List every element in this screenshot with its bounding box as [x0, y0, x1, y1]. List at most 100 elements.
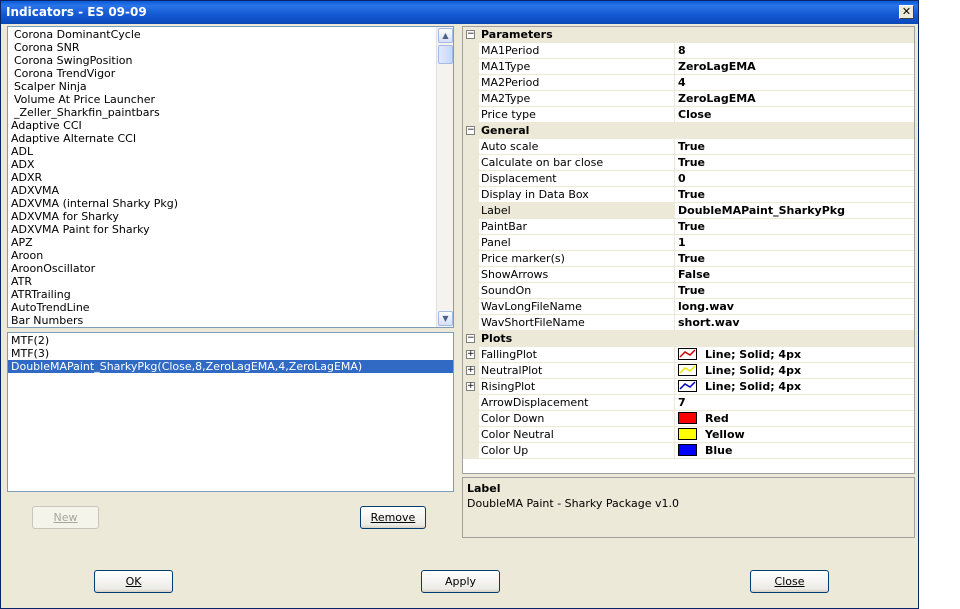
property-value[interactable]: long.wav — [675, 299, 914, 315]
property-value[interactable]: Line; Solid; 4px — [675, 379, 914, 395]
property-value[interactable]: ZeroLagEMA — [675, 59, 914, 75]
property-row[interactable]: Price type Close — [463, 107, 914, 123]
list-item[interactable]: ADXVMA Paint for Sharky — [8, 223, 453, 236]
property-row[interactable]: + FallingPlot Line; Solid; 4px — [463, 347, 914, 363]
applied-indicator-list[interactable]: MTF(2) MTF(3) DoubleMAPaint_SharkyPkg(Clos… — [7, 332, 454, 492]
list-item[interactable]: ADL — [8, 145, 453, 158]
property-row[interactable]: WavShortFileName short.wav — [463, 315, 914, 331]
property-value[interactable]: 0 — [675, 171, 914, 187]
row-gutter — [463, 203, 479, 219]
list-item[interactable]: Corona SwingPosition — [8, 54, 453, 67]
indicator-list[interactable]: Corona DominantCycle Corona SNR Corona Swi… — [7, 26, 454, 328]
property-value[interactable]: Yellow — [675, 427, 914, 443]
list-item[interactable]: ATRTrailing — [8, 288, 453, 301]
row-gutter — [463, 43, 479, 59]
property-row[interactable]: Display in Data Box True — [463, 187, 914, 203]
property-row[interactable]: Displacement 0 — [463, 171, 914, 187]
property-value[interactable]: True — [675, 187, 914, 203]
property-value[interactable]: True — [675, 251, 914, 267]
collapse-icon[interactable]: − — [466, 126, 475, 135]
property-value[interactable]: Line; Solid; 4px — [675, 347, 914, 363]
property-row[interactable]: MA2Type ZeroLagEMA — [463, 91, 914, 107]
property-row[interactable]: Label DoubleMAPaint_SharkyPkg — [463, 203, 914, 219]
property-row[interactable]: MA1Period 8 — [463, 43, 914, 59]
property-value[interactable]: Red — [675, 411, 914, 427]
collapse-icon[interactable]: − — [466, 30, 475, 39]
close-button[interactable]: Close — [750, 570, 829, 593]
property-row[interactable]: Calculate on bar close True — [463, 155, 914, 171]
property-value[interactable]: Close — [675, 107, 914, 123]
property-value[interactable]: True — [675, 155, 914, 171]
property-row[interactable]: MA2Period 4 — [463, 75, 914, 91]
list-item[interactable]: ATR — [8, 275, 453, 288]
property-value[interactable]: 7 — [675, 395, 914, 411]
apply-button[interactable]: Apply — [421, 570, 500, 593]
list-item[interactable]: Bar Numbers — [8, 314, 453, 327]
property-value[interactable]: True — [675, 139, 914, 155]
property-value[interactable]: DoubleMAPaint_SharkyPkg — [675, 203, 914, 219]
expand-icon[interactable]: + — [466, 350, 475, 359]
expand-icon[interactable]: + — [466, 382, 475, 391]
list-item[interactable]: Adaptive CCI — [8, 119, 453, 132]
list-item[interactable]: ADXVMA — [8, 184, 453, 197]
list-item[interactable]: _Zeller_Sharkfin_paintbars — [8, 106, 453, 119]
property-value[interactable]: Line; Solid; 4px — [675, 363, 914, 379]
close-icon[interactable]: ✕ — [899, 5, 914, 19]
property-row[interactable]: PaintBar True — [463, 219, 914, 235]
list-item[interactable]: Aroon — [8, 249, 453, 262]
property-row[interactable]: + NeutralPlot Line; Solid; 4px — [463, 363, 914, 379]
property-row[interactable]: Panel 1 — [463, 235, 914, 251]
property-row[interactable]: Auto scale True — [463, 139, 914, 155]
property-row[interactable]: Color Down Red — [463, 411, 914, 427]
property-value[interactable]: 1 — [675, 235, 914, 251]
list-item[interactable]: Corona DominantCycle — [8, 28, 453, 41]
property-value[interactable]: ZeroLagEMA — [675, 91, 914, 107]
property-row[interactable]: MA1Type ZeroLagEMA — [463, 59, 914, 75]
property-value[interactable]: 4 — [675, 75, 914, 91]
applied-list-item[interactable]: MTF(3) — [8, 347, 453, 360]
property-row[interactable]: WavLongFileName long.wav — [463, 299, 914, 315]
list-item[interactable]: Scalper Ninja — [8, 80, 453, 93]
new-button[interactable]: New — [32, 506, 99, 529]
property-value[interactable]: False — [675, 267, 914, 283]
remove-button[interactable]: Remove — [360, 506, 426, 529]
scroll-down-icon[interactable]: ▼ — [438, 311, 453, 326]
title-bar[interactable]: Indicators - ES 09-09 ✕ — [1, 1, 918, 24]
indicator-list-scrollbar[interactable]: ▲ ▼ — [436, 27, 453, 327]
list-item[interactable]: ADX — [8, 158, 453, 171]
property-row[interactable]: ShowArrows False — [463, 267, 914, 283]
property-value[interactable]: 8 — [675, 43, 914, 59]
property-row[interactable]: SoundOn True — [463, 283, 914, 299]
property-value[interactable]: True — [675, 219, 914, 235]
list-item[interactable]: AroonOscillator — [8, 262, 453, 275]
scroll-up-icon[interactable]: ▲ — [438, 28, 453, 43]
list-item[interactable]: Corona TrendVigor — [8, 67, 453, 80]
category-parameters[interactable]: − Parameters — [463, 27, 914, 43]
list-item[interactable]: Volume At Price Launcher — [8, 93, 453, 106]
property-row[interactable]: + RisingPlot Line; Solid; 4px — [463, 379, 914, 395]
property-name: Color Neutral — [479, 427, 675, 443]
applied-list-item[interactable]: DoubleMAPaint_SharkyPkg(Close,8,ZeroLagE… — [8, 360, 453, 373]
category-plots[interactable]: − Plots — [463, 331, 914, 347]
list-item[interactable]: ADXVMA (internal Sharky Pkg) — [8, 197, 453, 210]
property-row[interactable]: Color Neutral Yellow — [463, 427, 914, 443]
property-value[interactable]: Blue — [675, 443, 914, 459]
property-row[interactable]: ArrowDisplacement 7 — [463, 395, 914, 411]
list-item[interactable]: AutoTrendLine — [8, 301, 453, 314]
property-value[interactable]: True — [675, 283, 914, 299]
list-item[interactable]: Adaptive Alternate CCI — [8, 132, 453, 145]
property-value[interactable]: short.wav — [675, 315, 914, 331]
scroll-thumb[interactable] — [438, 45, 453, 64]
property-grid[interactable]: − Parameters MA1Period 8 MA1Type ZeroLagEMA MA… — [462, 26, 915, 474]
list-item[interactable]: ADXVMA for Sharky — [8, 210, 453, 223]
property-row[interactable]: Price marker(s) True — [463, 251, 914, 267]
list-item[interactable]: ADXR — [8, 171, 453, 184]
collapse-icon[interactable]: − — [466, 334, 475, 343]
list-item[interactable]: Corona SNR — [8, 41, 453, 54]
expand-icon[interactable]: + — [466, 366, 475, 375]
ok-button[interactable]: OK — [94, 570, 173, 593]
applied-list-item[interactable]: MTF(2) — [8, 334, 453, 347]
property-row[interactable]: Color Up Blue — [463, 443, 914, 459]
list-item[interactable]: APZ — [8, 236, 453, 249]
category-general[interactable]: − General — [463, 123, 914, 139]
